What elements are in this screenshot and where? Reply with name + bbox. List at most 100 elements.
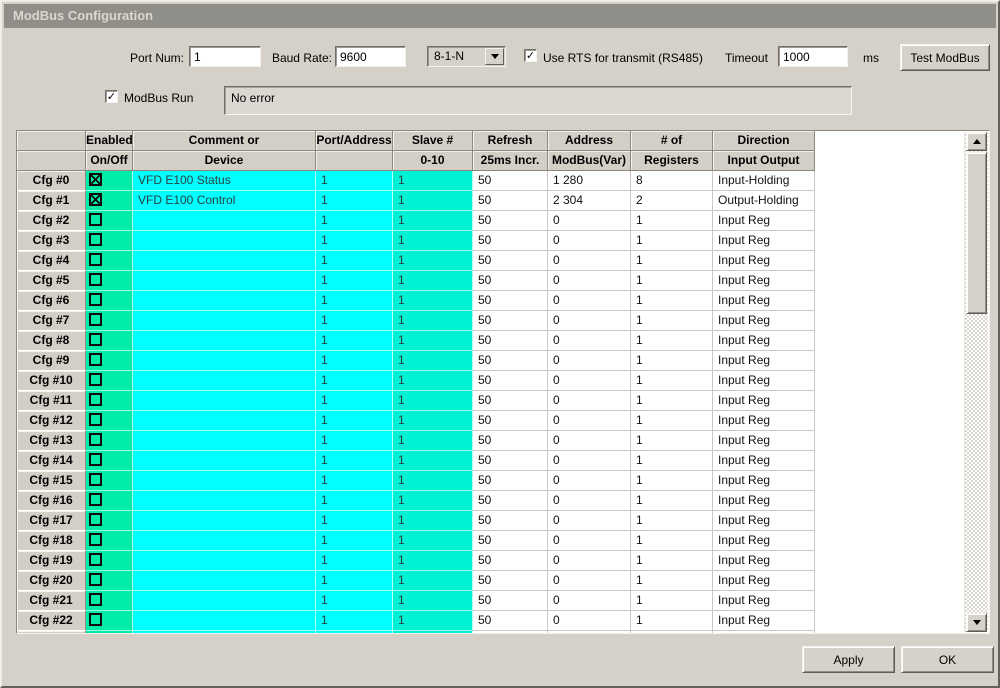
frame-format-select[interactable]: 8-1-N [427, 46, 506, 67]
enabled-cell[interactable] [86, 191, 133, 211]
address-cell[interactable]: 0 [548, 291, 631, 311]
direction-cell[interactable]: Input Reg [713, 411, 815, 431]
address-cell[interactable]: 0 [548, 531, 631, 551]
enabled-cell[interactable] [86, 231, 133, 251]
address-cell[interactable]: 0 [548, 551, 631, 571]
direction-cell[interactable]: Input Reg [713, 291, 815, 311]
direction-cell[interactable]: Input Reg [713, 271, 815, 291]
registers-cell[interactable]: 2 [631, 191, 713, 211]
comment-cell[interactable] [133, 351, 316, 371]
enabled-cell[interactable] [86, 511, 133, 531]
registers-cell[interactable]: 1 [631, 211, 713, 231]
comment-cell[interactable] [133, 371, 316, 391]
comment-cell[interactable]: VFD E100 Status [133, 171, 316, 191]
registers-cell[interactable]: 1 [631, 531, 713, 551]
port-cell[interactable]: 1 [316, 511, 393, 531]
port-cell[interactable]: 1 [316, 311, 393, 331]
slave-cell[interactable]: 1 [393, 391, 473, 411]
slave-cell[interactable]: 1 [393, 351, 473, 371]
refresh-cell[interactable]: 50 [473, 231, 548, 251]
refresh-cell[interactable]: 50 [473, 431, 548, 451]
registers-cell[interactable]: 1 [631, 271, 713, 291]
slave-cell[interactable]: 1 [393, 611, 473, 631]
address-cell[interactable]: 0 [548, 231, 631, 251]
enabled-cell[interactable] [86, 331, 133, 351]
comment-cell[interactable] [133, 251, 316, 271]
registers-cell[interactable]: 1 [631, 591, 713, 611]
port-cell[interactable]: 1 [316, 271, 393, 291]
slave-cell[interactable]: 1 [393, 171, 473, 191]
test-modbus-button[interactable]: Test ModBus [900, 44, 990, 71]
refresh-cell[interactable]: 50 [473, 611, 548, 631]
registers-cell[interactable]: 1 [631, 251, 713, 271]
slave-cell[interactable]: 1 [393, 531, 473, 551]
refresh-cell[interactable]: 50 [473, 191, 548, 211]
registers-cell[interactable]: 1 [631, 511, 713, 531]
enabled-cell[interactable] [86, 551, 133, 571]
port-cell[interactable]: 1 [316, 531, 393, 551]
registers-cell[interactable]: 1 [631, 391, 713, 411]
scroll-up-button[interactable] [966, 132, 987, 151]
direction-cell[interactable]: Input Reg [713, 331, 815, 351]
port-cell[interactable]: 1 [316, 591, 393, 611]
slave-cell[interactable]: 1 [393, 451, 473, 471]
slave-cell[interactable]: 1 [393, 371, 473, 391]
enabled-cell[interactable] [86, 251, 133, 271]
slave-cell[interactable]: 1 [393, 411, 473, 431]
address-cell[interactable]: 0 [548, 331, 631, 351]
comment-cell[interactable] [133, 431, 316, 451]
rts-checkbox[interactable]: ✓ [524, 49, 537, 62]
refresh-cell[interactable]: 50 [473, 491, 548, 511]
slave-cell[interactable]: 1 [393, 191, 473, 211]
refresh-cell[interactable]: 50 [473, 411, 548, 431]
refresh-cell[interactable]: 50 [473, 271, 548, 291]
enabled-checkbox[interactable] [89, 593, 102, 606]
registers-cell[interactable]: 1 [631, 371, 713, 391]
enabled-cell[interactable] [86, 171, 133, 191]
slave-cell[interactable]: 1 [393, 271, 473, 291]
comment-cell[interactable] [133, 471, 316, 491]
vertical-scrollbar[interactable] [964, 132, 988, 632]
slave-cell[interactable]: 1 [393, 511, 473, 531]
direction-cell[interactable]: Input Reg [713, 391, 815, 411]
enabled-cell[interactable] [86, 471, 133, 491]
refresh-cell[interactable]: 50 [473, 391, 548, 411]
enabled-cell[interactable] [86, 311, 133, 331]
slave-cell[interactable]: 1 [393, 291, 473, 311]
enabled-checkbox[interactable] [89, 433, 102, 446]
enabled-cell[interactable] [86, 531, 133, 551]
address-cell[interactable]: 0 [548, 391, 631, 411]
slave-cell[interactable]: 1 [393, 571, 473, 591]
registers-cell[interactable]: 8 [631, 171, 713, 191]
baud-rate-input[interactable] [335, 46, 406, 67]
comment-cell[interactable] [133, 611, 316, 631]
refresh-cell[interactable]: 50 [473, 531, 548, 551]
enabled-checkbox[interactable] [89, 213, 102, 226]
registers-cell[interactable]: 1 [631, 291, 713, 311]
registers-cell[interactable]: 1 [631, 611, 713, 631]
enabled-checkbox[interactable] [89, 613, 102, 626]
slave-cell[interactable]: 1 [393, 251, 473, 271]
registers-cell[interactable]: 1 [631, 351, 713, 371]
modbus-run-checkbox[interactable]: ✓ [105, 90, 118, 103]
port-cell[interactable]: 1 [316, 251, 393, 271]
comment-cell[interactable] [133, 311, 316, 331]
address-cell[interactable]: 0 [548, 271, 631, 291]
port-cell[interactable]: 1 [316, 171, 393, 191]
timeout-input[interactable] [778, 46, 848, 67]
enabled-checkbox[interactable] [89, 373, 102, 386]
address-cell[interactable]: 0 [548, 211, 631, 231]
address-cell[interactable]: 0 [548, 611, 631, 631]
address-cell[interactable]: 1 280 [548, 171, 631, 191]
address-cell[interactable]: 0 [548, 431, 631, 451]
enabled-checkbox[interactable] [89, 393, 102, 406]
refresh-cell[interactable]: 50 [473, 351, 548, 371]
refresh-cell[interactable]: 50 [473, 591, 548, 611]
enabled-checkbox[interactable] [89, 253, 102, 266]
comment-cell[interactable] [133, 391, 316, 411]
direction-cell[interactable]: Input Reg [713, 251, 815, 271]
address-cell[interactable]: 0 [548, 351, 631, 371]
scrollbar-thumb[interactable] [966, 152, 987, 314]
port-cell[interactable]: 1 [316, 231, 393, 251]
refresh-cell[interactable]: 50 [473, 211, 548, 231]
